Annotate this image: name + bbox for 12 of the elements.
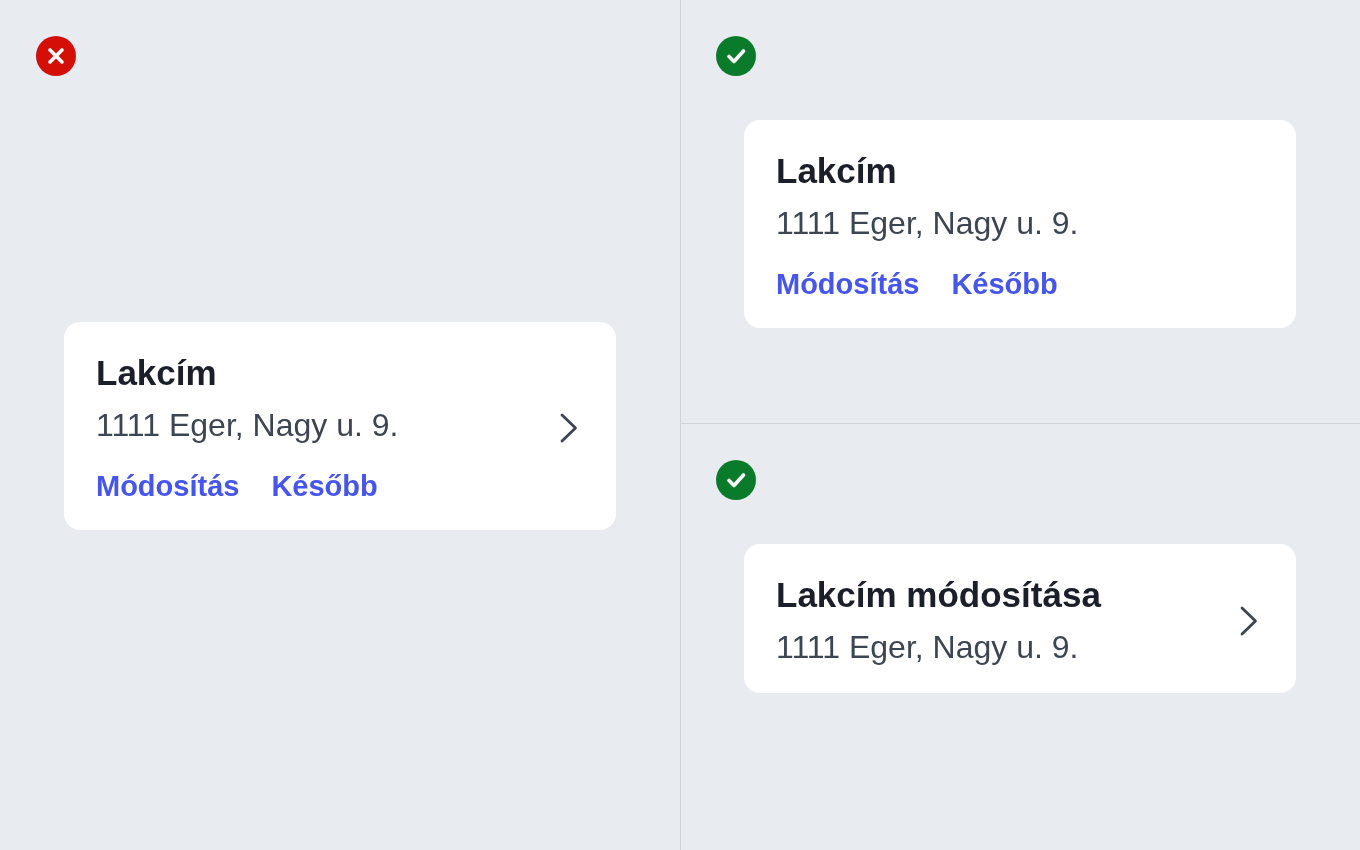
- card-title: Lakcím módosítása: [776, 575, 1101, 615]
- card-title: Lakcím: [776, 151, 897, 191]
- action-link[interactable]: Később: [951, 267, 1058, 301]
- card-title: Lakcím: [96, 353, 217, 393]
- action-link[interactable]: Módosítás: [776, 267, 920, 301]
- address-text: 1111 Eger, Nagy u. 9.: [776, 204, 1079, 242]
- address-card[interactable]: Lakcím 1111 Eger, Nagy u. 9. Módosítás Később: [64, 322, 616, 530]
- action-link[interactable]: Később: [271, 469, 378, 503]
- address-text: 1111 Eger, Nagy u. 9.: [776, 628, 1079, 666]
- address-card[interactable]: Lakcím módosítása 1111 Eger, Nagy u. 9.: [744, 544, 1296, 693]
- address-text: 1111 Eger, Nagy u. 9.: [96, 406, 399, 444]
- action-link[interactable]: Módosítás: [96, 469, 240, 503]
